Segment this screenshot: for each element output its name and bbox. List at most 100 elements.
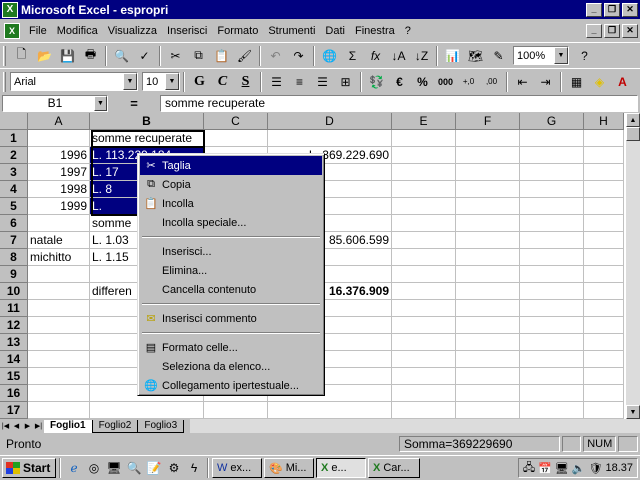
fill-color-icon[interactable]: ◈ (588, 71, 611, 93)
font-select[interactable]: Arial ▼ (10, 72, 138, 91)
cell-e10[interactable] (392, 283, 456, 300)
percent-button[interactable]: % (411, 71, 434, 93)
workbook-icon[interactable]: X (4, 22, 20, 39)
name-box[interactable]: B1 ▼ (2, 94, 108, 112)
menu-modifica[interactable]: Modifica (52, 25, 103, 37)
cell-f3[interactable] (456, 164, 520, 181)
cell-a4[interactable]: 1998 (28, 181, 90, 198)
save-icon[interactable]: 💾 (56, 45, 79, 67)
function-icon[interactable]: fx (364, 45, 387, 67)
cell-h14[interactable] (584, 351, 624, 368)
cell-f4[interactable] (456, 181, 520, 198)
row-header[interactable]: 10 (0, 283, 28, 300)
close-button[interactable]: ✕ (622, 2, 638, 17)
menu-formato[interactable]: Formato (212, 25, 263, 37)
menu-item-taglia[interactable]: ✂ Taglia (140, 156, 322, 175)
clock[interactable]: 18.37 (605, 462, 633, 474)
cell-e12[interactable] (392, 317, 456, 334)
menu-item-formato-celle[interactable]: ▤ Formato celle... (140, 338, 322, 357)
cell-f15[interactable] (456, 368, 520, 385)
cell-g13[interactable] (520, 334, 584, 351)
cell-a1[interactable] (28, 130, 90, 147)
menu-finestra[interactable]: Finestra (350, 25, 400, 37)
chevron-down-icon[interactable]: ▼ (554, 47, 568, 64)
cell-a9[interactable] (28, 266, 90, 283)
prev-sheet-icon[interactable]: ◀ (11, 420, 22, 432)
cell-a17[interactable] (28, 402, 90, 419)
cell-e13[interactable] (392, 334, 456, 351)
row-header[interactable]: 15 (0, 368, 28, 385)
cell-g12[interactable] (520, 317, 584, 334)
formula-input[interactable]: somme recuperate (160, 94, 638, 112)
row-header[interactable]: 6 (0, 215, 28, 232)
print-preview-icon[interactable]: 🔍 (110, 45, 133, 67)
cell-g6[interactable] (520, 215, 584, 232)
sort-descending-icon[interactable]: ↓Z (410, 45, 433, 67)
cell-e16[interactable] (392, 385, 456, 402)
increase-indent-icon[interactable]: ⇥ (534, 71, 557, 93)
menu-help[interactable]: ? (400, 25, 416, 37)
euro-currency-icon[interactable]: 💱 (365, 71, 388, 93)
cell-h13[interactable] (584, 334, 624, 351)
align-right-icon[interactable]: ☰ (311, 71, 334, 93)
row-header[interactable]: 13 (0, 334, 28, 351)
row-header[interactable]: 5 (0, 198, 28, 215)
cell-h3[interactable] (584, 164, 624, 181)
taskbar-button-ex[interactable]: W ex... (212, 458, 262, 478)
decrease-indent-icon[interactable]: ⇤ (511, 71, 534, 93)
menu-item-incolla-speciale[interactable]: Incolla speciale... (140, 213, 322, 232)
taskbar-button-excel[interactable]: X e... (316, 458, 366, 478)
desktop-icon[interactable]: 🖥 (104, 458, 124, 478)
cell-h5[interactable] (584, 198, 624, 215)
copy-icon[interactable]: ⧉ (187, 45, 210, 67)
select-all-corner[interactable] (0, 113, 28, 130)
task-scheduler-icon[interactable]: 📅 (538, 462, 552, 475)
row-header[interactable]: 7 (0, 232, 28, 249)
cell-b17[interactable] (90, 402, 204, 419)
chevron-down-icon[interactable]: ▼ (123, 73, 137, 90)
cell-g1[interactable] (520, 130, 584, 147)
network-icon[interactable]: 🖧 (523, 459, 535, 478)
align-left-icon[interactable]: ☰ (265, 71, 288, 93)
cell-a11[interactable] (28, 300, 90, 317)
map-icon[interactable]: 🗺 (464, 45, 487, 67)
minimize-button[interactable]: _ (586, 2, 602, 17)
tool-icon[interactable]: ⚙ (164, 458, 184, 478)
cell-f17[interactable] (456, 402, 520, 419)
cell-g3[interactable] (520, 164, 584, 181)
column-header-f[interactable]: F (456, 113, 520, 130)
excel-app-icon[interactable]: X (2, 1, 18, 18)
italic-button[interactable]: C (211, 71, 234, 93)
doc-minimize-button[interactable]: _ (586, 23, 602, 38)
undo-icon[interactable]: ↶ (264, 45, 287, 67)
cell-g9[interactable] (520, 266, 584, 283)
row-header[interactable]: 14 (0, 351, 28, 368)
vertical-scrollbar[interactable]: ▲ ▼ (626, 113, 640, 419)
cell-h16[interactable] (584, 385, 624, 402)
taskbar-button-mi[interactable]: 🎨 Mi... (264, 458, 314, 478)
last-sheet-icon[interactable]: ▶| (33, 420, 44, 432)
column-header-a[interactable]: A (28, 113, 90, 130)
cell-g10[interactable] (520, 283, 584, 300)
cell-f6[interactable] (456, 215, 520, 232)
menu-item-incolla[interactable]: 📋 Incolla (140, 194, 322, 213)
drawing-icon[interactable]: ✎ (487, 45, 510, 67)
chevron-down-icon[interactable]: ▼ (94, 95, 107, 111)
row-header[interactable]: 4 (0, 181, 28, 198)
format-painter-icon[interactable]: 🖌 (233, 45, 256, 67)
cell-g15[interactable] (520, 368, 584, 385)
autosum-icon[interactable]: Σ (341, 45, 364, 67)
cell-a7[interactable]: natale (28, 232, 90, 249)
underline-button[interactable]: S (234, 71, 257, 93)
menu-item-inserisci[interactable]: Inserisci... (140, 242, 322, 261)
cell-a8[interactable]: michitto (28, 249, 90, 266)
font-size-select[interactable]: 10 ▼ (142, 72, 180, 91)
cell-h15[interactable] (584, 368, 624, 385)
equals-sign[interactable]: = (108, 96, 160, 111)
search-icon[interactable]: 🔍 (124, 458, 144, 478)
cell-e9[interactable] (392, 266, 456, 283)
cell-a2[interactable]: 1996 (28, 147, 90, 164)
cell-h17[interactable] (584, 402, 624, 419)
row-header[interactable]: 2 (0, 147, 28, 164)
cell-f8[interactable] (456, 249, 520, 266)
